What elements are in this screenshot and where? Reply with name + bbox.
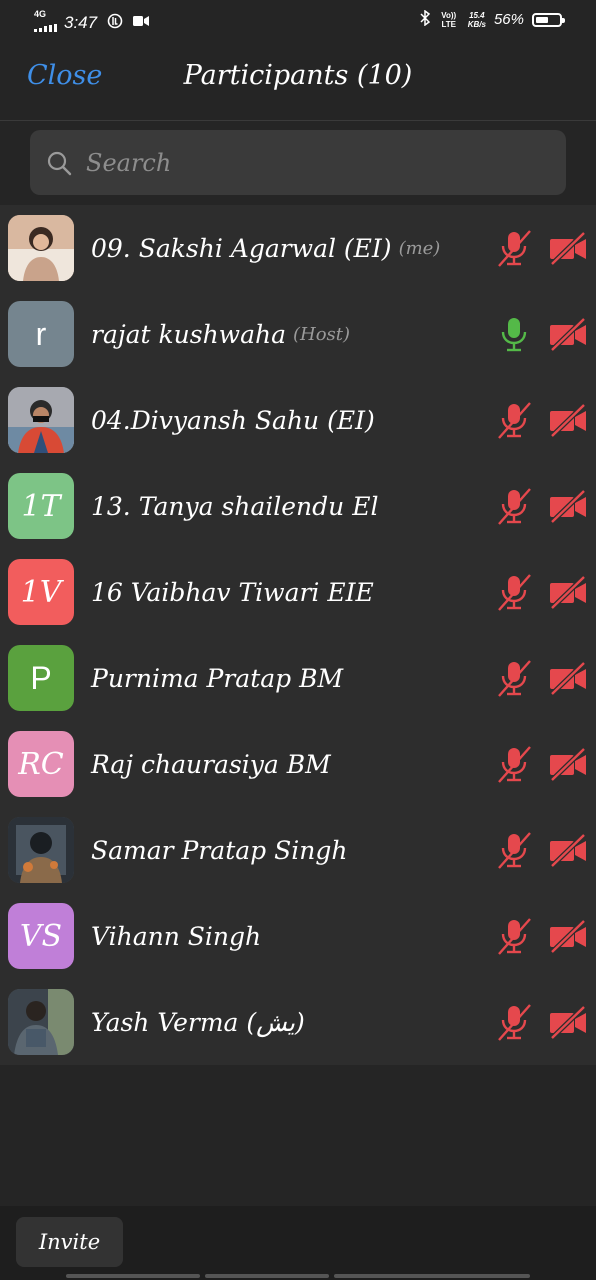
video-off-icon[interactable] <box>548 574 588 610</box>
participant-row[interactable]: 04.Divyansh Sahu (EI) <box>0 377 596 463</box>
participant-name: 13. Tanya shailendu El <box>91 491 379 521</box>
participant-row[interactable]: Yash Verma (یش) <box>0 979 596 1065</box>
participant-name-line: 04.Divyansh Sahu (EI) <box>91 377 375 463</box>
participant-name: Yash Verma (یش) <box>91 1007 305 1037</box>
search-icon <box>47 151 72 175</box>
mic-off-icon[interactable] <box>494 830 534 870</box>
clock: 3:47 <box>64 12 98 32</box>
mic-off-icon[interactable] <box>494 658 534 698</box>
participant-row[interactable]: P Purnima Pratap BM <box>0 635 596 721</box>
participant-name: Samar Pratap Singh <box>91 835 348 865</box>
network-speed-unit: KB/s <box>467 19 486 29</box>
mic-off-icon[interactable] <box>494 916 534 956</box>
network-type: 4G <box>34 9 47 19</box>
network-speed-value: 15.4 <box>469 10 485 20</box>
network-indicator: 4G <box>34 10 58 35</box>
network-speed: 15.4 KB/s <box>468 11 486 29</box>
avatar: r <box>8 301 74 367</box>
participant-name: Purnima Pratap BM <box>91 663 344 693</box>
search-bar[interactable] <box>30 130 566 195</box>
battery-percent: 56% <box>493 11 524 28</box>
participant-name-line: Samar Pratap Singh <box>91 807 347 893</box>
status-bar-left: 4G 3:47 <box>34 10 150 35</box>
video-off-icon[interactable] <box>548 660 588 696</box>
nav-handle-right <box>334 1274 530 1278</box>
participant-row[interactable]: VS Vihann Singh <box>0 893 596 979</box>
participant-role-tag: (me) <box>398 237 441 259</box>
participant-name-line: Purnima Pratap BM <box>91 635 343 721</box>
footer: Invite <box>0 1206 596 1280</box>
status-bar: 4G 3:47 Vo)) LTE 15.4 KB/s 56% <box>0 0 596 42</box>
participant-row[interactable]: 1T 13. Tanya shailendu El <box>0 463 596 549</box>
video-off-icon[interactable] <box>548 918 588 954</box>
search-input[interactable] <box>84 147 528 178</box>
battery-level <box>536 16 548 23</box>
video-off-icon[interactable] <box>548 316 588 352</box>
participant-name: Raj chaurasiya BM <box>91 749 331 779</box>
video-off-icon[interactable] <box>548 832 588 868</box>
mic-off-icon[interactable] <box>494 1002 534 1042</box>
participant-row[interactable]: r rajat kushwaha (Host) <box>0 291 596 377</box>
avatar: P <box>8 645 74 711</box>
video-off-icon[interactable] <box>548 402 588 438</box>
nav-handle-middle <box>205 1274 329 1278</box>
mic-icon[interactable] <box>494 314 534 354</box>
data-saver-icon <box>107 13 123 32</box>
avatar: VS <box>8 903 74 969</box>
avatar <box>8 817 74 883</box>
participant-name-line: 13. Tanya shailendu El <box>91 463 378 549</box>
participant-role-tag: (Host) <box>293 323 351 345</box>
participant-name: rajat kushwaha <box>91 319 286 349</box>
participant-name-line: Raj chaurasiya BM <box>91 721 331 807</box>
participant-name: Vihann Singh <box>91 921 262 951</box>
invite-button[interactable]: Invite <box>16 1217 123 1267</box>
mic-off-icon[interactable] <box>494 572 534 612</box>
avatar: 1T <box>8 473 74 539</box>
status-bar-right: Vo)) LTE 15.4 KB/s 56% <box>420 9 565 29</box>
participant-row[interactable]: RC Raj chaurasiya BM <box>0 721 596 807</box>
mic-off-icon[interactable] <box>494 400 534 440</box>
participant-name-line: 09. Sakshi Agarwal (EI) (me) <box>91 205 440 291</box>
header: Close Participants (10) <box>0 42 596 121</box>
avatar <box>8 387 74 453</box>
video-off-icon[interactable] <box>548 746 588 782</box>
participant-row[interactable]: 09. Sakshi Agarwal (EI) (me) <box>0 205 596 291</box>
video-off-icon[interactable] <box>548 1004 588 1040</box>
battery-icon <box>532 12 565 27</box>
avatar <box>8 215 74 281</box>
mic-off-icon[interactable] <box>494 228 534 268</box>
avatar: RC <box>8 731 74 797</box>
video-off-icon[interactable] <box>548 488 588 524</box>
bluetooth-icon <box>420 9 430 29</box>
participant-name-line: Vihann Singh <box>91 893 261 979</box>
avatar: 1V <box>8 559 74 625</box>
avatar <box>8 989 74 1055</box>
video-off-icon[interactable] <box>548 230 588 266</box>
mic-off-icon[interactable] <box>494 744 534 784</box>
participant-name-line: 16 Vaibhav Tiwari EIE <box>91 549 374 635</box>
participant-name: 09. Sakshi Agarwal (EI) <box>91 233 392 263</box>
participant-list: 09. Sakshi Agarwal (EI) (me) r rajat kushwa… <box>0 205 596 1065</box>
participant-name-line: Yash Verma (یش) <box>91 979 305 1065</box>
volte-indicator: Vo)) LTE <box>441 10 457 29</box>
mic-off-icon[interactable] <box>494 486 534 526</box>
signal-icon <box>34 24 57 32</box>
participant-name-line: rajat kushwaha (Host) <box>91 291 350 377</box>
nav-handle-left <box>66 1274 200 1278</box>
page-title: Participants (10) <box>183 60 413 91</box>
participant-row[interactable]: 1V 16 Vaibhav Tiwari EIE <box>0 549 596 635</box>
participant-name: 16 Vaibhav Tiwari EIE <box>91 577 374 607</box>
participant-name: 04.Divyansh Sahu (EI) <box>91 405 375 435</box>
video-recording-icon <box>133 15 150 30</box>
participant-row[interactable]: Samar Pratap Singh <box>0 807 596 893</box>
